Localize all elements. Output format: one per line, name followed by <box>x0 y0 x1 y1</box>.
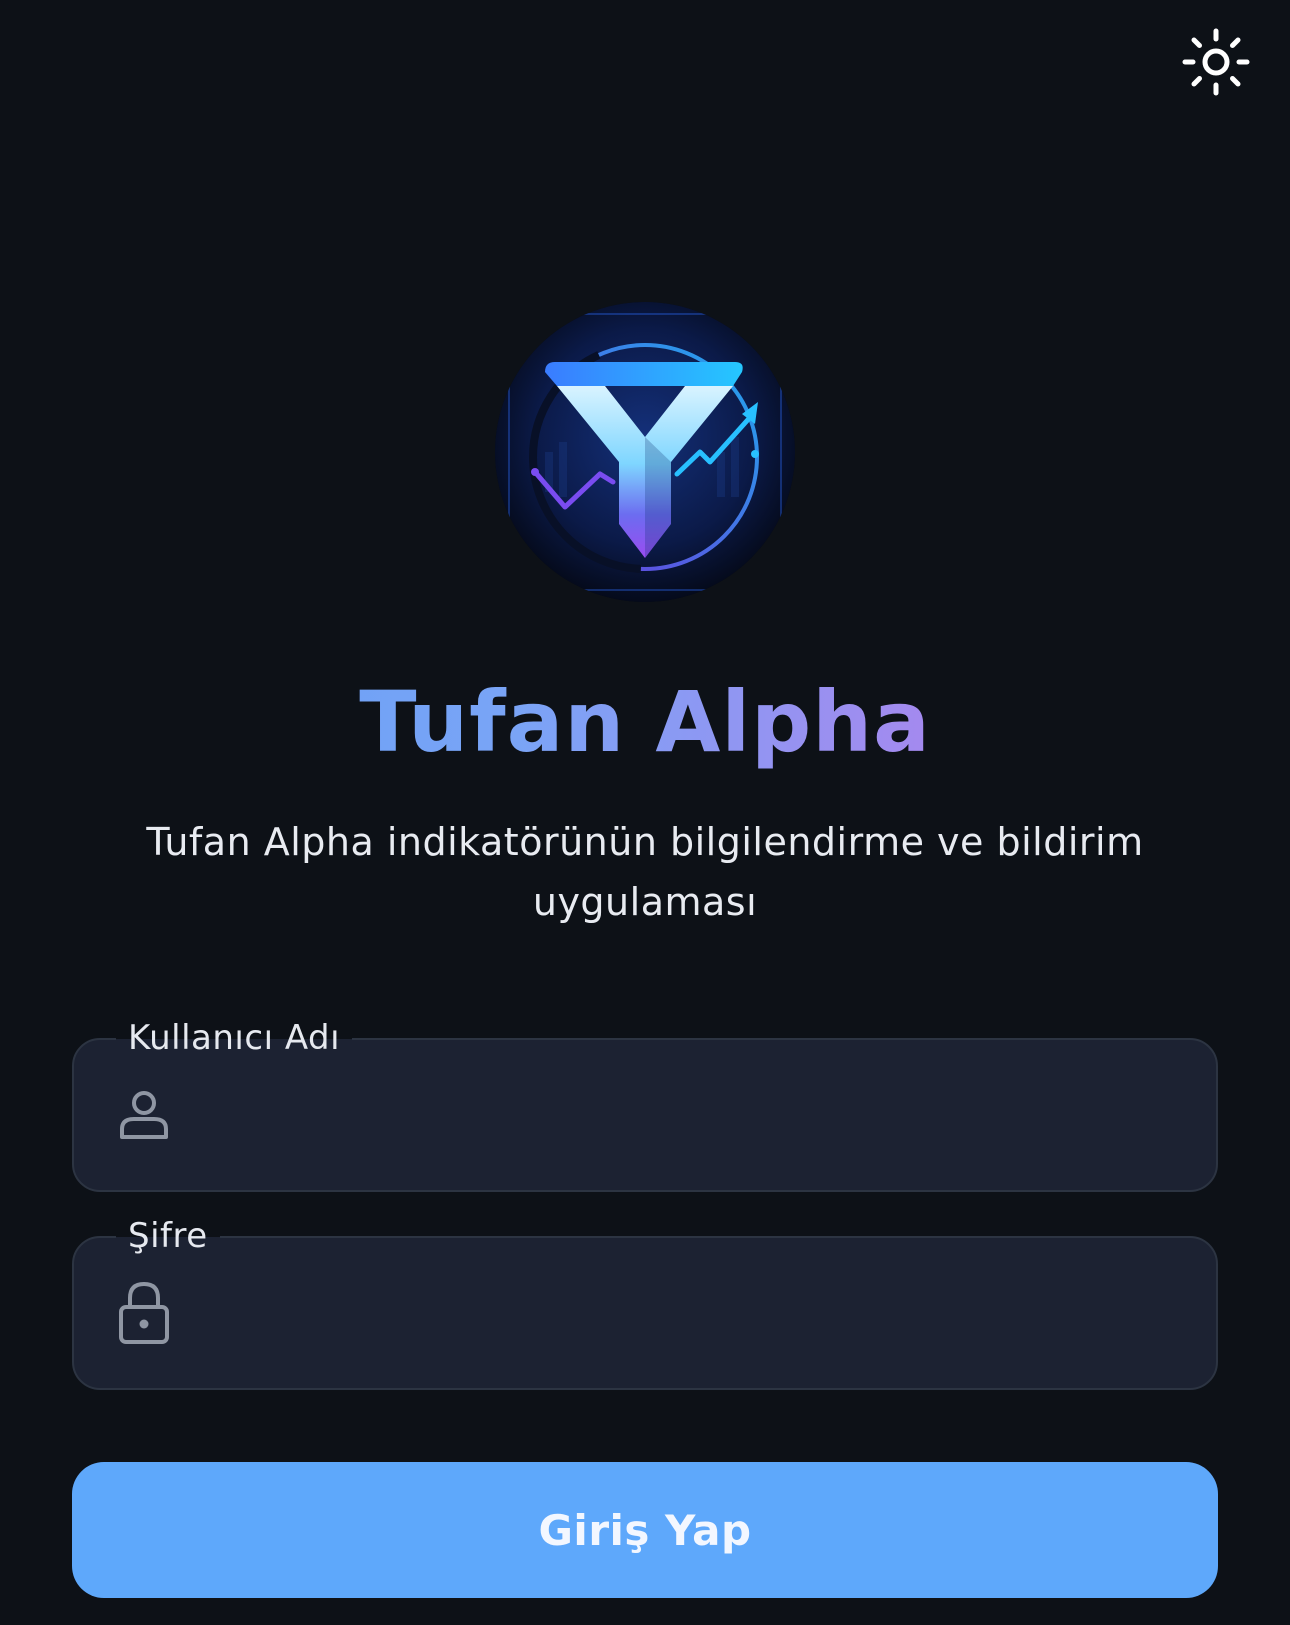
lock-icon <box>116 1281 172 1345</box>
username-field[interactable]: Kullanıcı Adı <box>72 1014 1218 1192</box>
app-logo <box>495 302 795 602</box>
username-input[interactable] <box>204 1070 1186 1160</box>
app-subtitle: Tufan Alpha indikatörünün bilgilendirme … <box>146 820 1144 924</box>
username-label: Kullanıcı Adı <box>116 1014 353 1062</box>
password-label: Şifre <box>116 1212 220 1260</box>
user-icon <box>116 1083 172 1147</box>
password-input[interactable] <box>204 1268 1186 1358</box>
sun-icon <box>1182 28 1250 96</box>
login-button[interactable]: Giriş Yap <box>72 1462 1218 1598</box>
password-field[interactable]: Şifre <box>72 1212 1218 1390</box>
theme-toggle-button[interactable] <box>1180 26 1252 98</box>
tufan-alpha-logo-icon <box>495 302 795 602</box>
app-title: Tufan Alpha <box>0 668 1290 776</box>
